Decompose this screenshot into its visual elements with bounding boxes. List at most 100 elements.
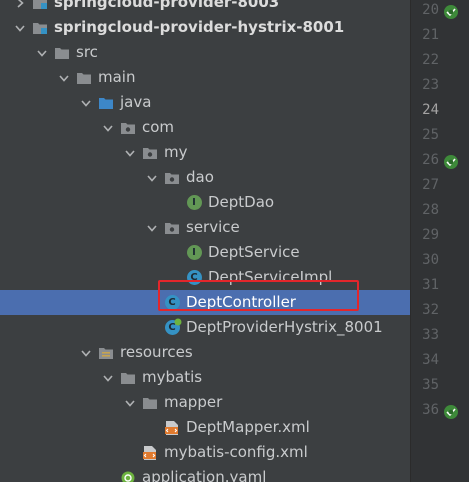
yaml-file-icon [120, 470, 136, 482]
folder-icon [76, 70, 92, 86]
tree-item-mybatis[interactable]: mybatis [0, 365, 410, 390]
chevron-down-icon[interactable] [100, 365, 116, 390]
spring-boot-class-icon: C [164, 318, 182, 336]
line-number: 32 [422, 302, 439, 318]
line-number: 28 [422, 202, 439, 218]
tree-item-label: java [120, 93, 152, 111]
tree-item-springcloud-provider-8003[interactable]: springcloud-provider-8003 [0, 0, 410, 15]
spring-bean-icon[interactable] [443, 4, 459, 20]
tree-item-dao[interactable]: dao [0, 165, 410, 190]
interface-icon: I [186, 195, 202, 211]
spring-bean-icon[interactable] [443, 404, 459, 420]
class-icon: C [164, 295, 180, 311]
tree-item-deptproviderhystrix-8001[interactable]: C DeptProviderHystrix_8001 [0, 315, 410, 340]
tree-item-deptserviceimpl[interactable]: C DeptServiceImpl [0, 265, 410, 290]
tree-item-label: DeptServiceImpl [208, 268, 333, 286]
tree-item-label: main [98, 68, 136, 86]
tree-item-deptmapper-xml[interactable]: DeptMapper.xml [0, 415, 410, 440]
tree-item-deptdao[interactable]: I DeptDao [0, 190, 410, 215]
tree-item-label: springcloud-provider-8003 [54, 0, 280, 11]
line-number: 25 [422, 127, 439, 143]
tree-item-label: service [186, 218, 240, 236]
package-icon [120, 120, 136, 136]
folder-icon [54, 45, 70, 61]
tree-item-label: application.yaml [142, 468, 267, 482]
tree-item-label: my [164, 143, 188, 161]
chevron-down-icon[interactable] [12, 15, 28, 40]
class-icon: C [186, 270, 202, 286]
folder-icon [142, 395, 158, 411]
tree-item-main[interactable]: main [0, 65, 410, 90]
line-number: 21 [422, 27, 439, 43]
line-number: 31 [422, 277, 439, 293]
resources-folder-icon [98, 345, 114, 361]
tree-item-label: springcloud-provider-hystrix-8001 [54, 18, 345, 36]
chevron-down-icon[interactable] [144, 165, 160, 190]
tree-item-label: DeptController [186, 293, 296, 311]
tree-item-deptservice[interactable]: I DeptService [0, 240, 410, 265]
module-folder-icon [32, 20, 48, 36]
tree-item-application-yaml[interactable]: application.yaml [0, 465, 410, 482]
line-number: 30 [422, 252, 439, 268]
tree-item-service[interactable]: service [0, 215, 410, 240]
package-icon [142, 145, 158, 161]
tree-item-my[interactable]: my [0, 140, 410, 165]
tree-item-mapper[interactable]: mapper [0, 390, 410, 415]
line-number: 29 [422, 227, 439, 243]
chevron-right-icon[interactable] [12, 0, 28, 15]
tree-item-label: mapper [164, 393, 223, 411]
editor-gutter: 20 21 22 23 24 25 26 27 28 29 30 31 32 33 34 35 36 [410, 0, 469, 482]
tree-item-label: DeptProviderHystrix_8001 [186, 318, 383, 336]
line-number: 26 [422, 152, 439, 168]
tree-item-label: mybatis-config.xml [164, 443, 308, 461]
xml-file-icon [164, 420, 180, 436]
project-tree[interactable]: springcloud-provider-8003 springcloud-pro… [0, 0, 410, 482]
chevron-down-icon[interactable] [100, 115, 116, 140]
tree-item-mybatis-config-xml[interactable]: mybatis-config.xml [0, 440, 410, 465]
line-number: 22 [422, 52, 439, 68]
tree-item-label: dao [186, 168, 214, 186]
tree-item-label: com [142, 118, 175, 136]
line-number: 20 [422, 2, 439, 18]
tree-item-resources[interactable]: resources [0, 340, 410, 365]
chevron-down-icon[interactable] [122, 390, 138, 415]
line-number: 27 [422, 177, 439, 193]
tree-item-java[interactable]: java [0, 90, 410, 115]
tree-item-label: src [76, 43, 98, 61]
tree-item-src[interactable]: src [0, 40, 410, 65]
chevron-down-icon[interactable] [56, 65, 72, 90]
package-icon [164, 170, 180, 186]
interface-icon: I [186, 245, 202, 261]
line-number: 24 [422, 102, 439, 118]
package-icon [164, 220, 180, 236]
chevron-down-icon[interactable] [78, 90, 94, 115]
tree-item-label: resources [120, 343, 193, 361]
tree-item-label: DeptMapper.xml [186, 418, 310, 436]
line-number: 34 [422, 352, 439, 368]
folder-icon [120, 370, 136, 386]
tree-item-springcloud-provider-hystrix-8001[interactable]: springcloud-provider-hystrix-8001 [0, 15, 410, 40]
module-folder-icon [32, 0, 48, 11]
line-number: 33 [422, 327, 439, 343]
tree-item-label: mybatis [142, 368, 203, 386]
tree-item-com[interactable]: com [0, 115, 410, 140]
tree-item-label: DeptDao [208, 193, 275, 211]
chevron-down-icon[interactable] [78, 340, 94, 365]
tree-item-label: DeptService [208, 243, 300, 261]
chevron-down-icon[interactable] [34, 40, 50, 65]
chevron-down-icon[interactable] [144, 215, 160, 240]
chevron-down-icon[interactable] [122, 140, 138, 165]
xml-file-icon [142, 445, 158, 461]
source-folder-icon [98, 95, 114, 111]
line-number: 36 [422, 402, 439, 418]
spring-bean-icon[interactable] [443, 154, 459, 170]
tree-item-deptcontroller[interactable]: C DeptController [0, 290, 410, 315]
